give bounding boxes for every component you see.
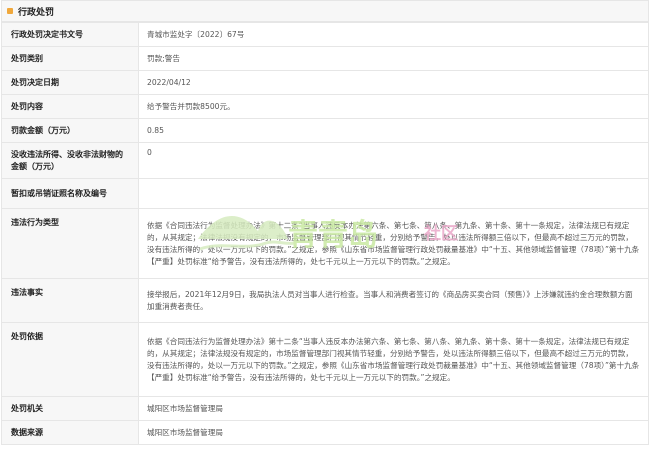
table-row: 违法事实 接举报后，2021年12月9日，我局执法人员对当事人进行检查。当事人和… bbox=[1, 278, 649, 323]
row-value: 城阳区市场监督管理局 bbox=[138, 420, 649, 445]
penalty-info-table: 行政处罚决定书文号 青城市监处字〔2022〕67号 处罚类别 罚款;警告 处罚决… bbox=[1, 22, 649, 445]
row-value: 罚款;警告 bbox=[138, 46, 649, 71]
table-row: 数据来源 城阳区市场监督管理局 bbox=[1, 420, 649, 445]
row-label: 处罚依据 bbox=[1, 322, 139, 397]
table-row: 行政处罚决定书文号 青城市监处字〔2022〕67号 bbox=[1, 22, 649, 47]
row-value: 0 bbox=[138, 142, 649, 179]
row-label: 罚款金额（万元） bbox=[1, 118, 139, 143]
row-label: 处罚决定日期 bbox=[1, 70, 139, 95]
row-label: 没收违法所得、没收非法财物的金额（万元） bbox=[1, 142, 139, 179]
row-label: 违法事实 bbox=[1, 278, 139, 323]
row-value: 青城市监处字〔2022〕67号 bbox=[138, 22, 649, 47]
row-value: 依据《合同违法行为监督处理办法》第十二条“当事人违反本办法第六条、第七条、第八条… bbox=[138, 208, 649, 279]
row-value bbox=[138, 178, 649, 209]
section-title: 行政处罚 bbox=[18, 7, 55, 18]
table-row: 处罚机关 城阳区市场监督管理局 bbox=[1, 396, 649, 421]
table-row: 处罚决定日期 2022/04/12 bbox=[1, 70, 649, 95]
table-row: 违法行为类型 依据《合同违法行为监督处理办法》第十二条“当事人违反本办法第六条、… bbox=[1, 208, 649, 279]
section-marker-icon bbox=[7, 8, 13, 14]
row-value: 依据《合同违法行为监督处理办法》第十二条“当事人违反本办法第六条、第七条、第八条… bbox=[138, 322, 649, 397]
row-value: 城阳区市场监督管理局 bbox=[138, 396, 649, 421]
table-row: 罚款金额（万元） 0.85 bbox=[1, 118, 649, 143]
row-value: 0.85 bbox=[138, 118, 649, 143]
row-value: 给予警告并罚款8500元。 bbox=[138, 94, 649, 119]
table-row: 处罚类别 罚款;警告 bbox=[1, 46, 649, 71]
row-label: 暂扣或吊销证照名称及编号 bbox=[1, 178, 139, 209]
table-row: 处罚内容 给予警告并罚款8500元。 bbox=[1, 94, 649, 119]
table-row: 处罚依据 依据《合同违法行为监督处理办法》第十二条“当事人违反本办法第六条、第七… bbox=[1, 322, 649, 397]
table-row: 暂扣或吊销证照名称及编号 bbox=[1, 178, 649, 209]
table-row: 没收违法所得、没收非法财物的金额（万元） 0 bbox=[1, 142, 649, 179]
row-label: 违法行为类型 bbox=[1, 208, 139, 279]
row-label: 处罚类别 bbox=[1, 46, 139, 71]
row-value: 接举报后，2021年12月9日，我局执法人员对当事人进行检查。当事人和消费者签订… bbox=[138, 278, 649, 323]
section-header: 行政处罚 bbox=[1, 0, 649, 22]
row-label: 数据来源 bbox=[1, 420, 139, 445]
row-value: 2022/04/12 bbox=[138, 70, 649, 95]
row-label: 处罚机关 bbox=[1, 396, 139, 421]
row-label: 处罚内容 bbox=[1, 94, 139, 119]
row-label: 行政处罚决定书文号 bbox=[1, 22, 139, 47]
